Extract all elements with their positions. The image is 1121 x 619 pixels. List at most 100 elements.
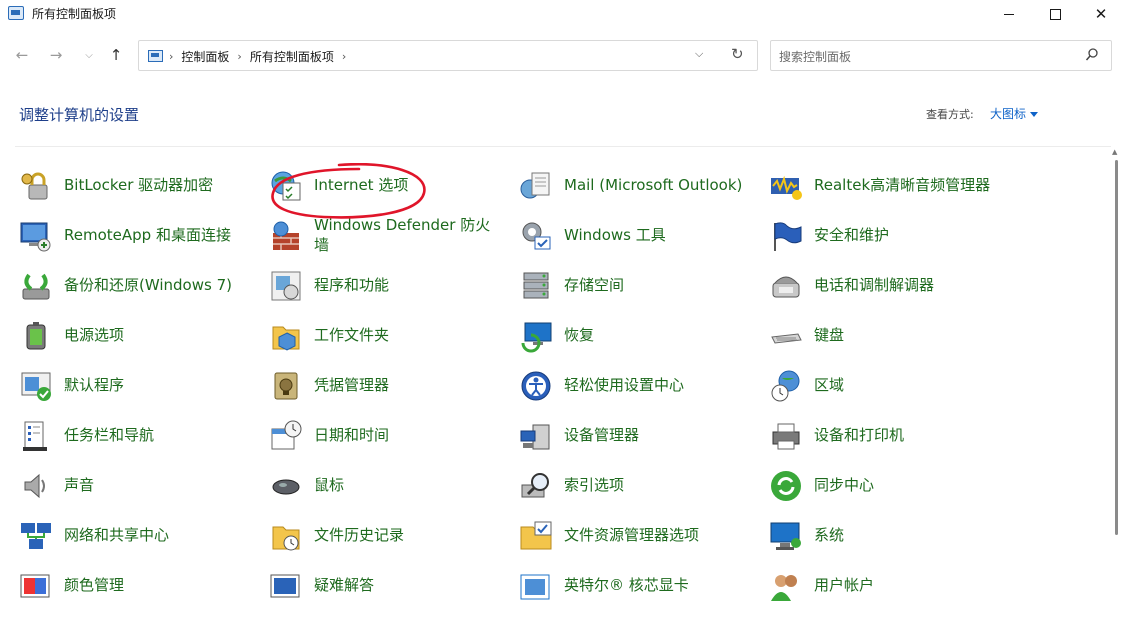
control-panel-item[interactable]: Internet 选项 bbox=[269, 169, 514, 219]
control-panel-item[interactable]: 程序和功能 bbox=[269, 269, 514, 319]
indexing-icon bbox=[519, 469, 553, 503]
credential-icon bbox=[269, 369, 303, 403]
control-panel-item[interactable]: 设备和打印机 bbox=[769, 419, 1014, 469]
mouse-icon bbox=[269, 469, 303, 503]
control-panel-item-label: 同步中心 bbox=[814, 476, 875, 494]
control-panel-item-label: 设备管理器 bbox=[564, 426, 640, 444]
control-panel-item-label: 索引选项 bbox=[564, 476, 625, 494]
control-panel-icon bbox=[8, 6, 24, 20]
control-panel-item[interactable]: BitLocker 驱动器加密 bbox=[19, 169, 264, 219]
control-panel-item-label: Windows Defender 防火墙 bbox=[314, 216, 491, 254]
control-panel-item-label: RemoteApp 和桌面连接 bbox=[64, 226, 231, 244]
minimize-icon bbox=[1004, 13, 1014, 15]
control-panel-item[interactable]: 索引选项 bbox=[519, 469, 764, 519]
control-panel-item[interactable]: RemoteApp 和桌面连接 bbox=[19, 219, 264, 269]
datetime-icon bbox=[269, 419, 303, 453]
breadcrumb-item-control-panel[interactable]: 控制面板 bbox=[181, 48, 229, 65]
control-panel-item-label: 凭据管理器 bbox=[314, 376, 390, 394]
control-panel-item[interactable]: 凭据管理器 bbox=[269, 369, 514, 419]
window-title: 所有控制面板项 bbox=[32, 7, 117, 21]
scroll-up-icon[interactable]: ▲ bbox=[1112, 148, 1117, 156]
search-icon[interactable] bbox=[1085, 47, 1099, 63]
control-panel-item[interactable]: 备份和还原(Windows 7) bbox=[19, 269, 264, 319]
control-panel-item-label: 工作文件夹 bbox=[314, 326, 390, 344]
forward-button[interactable]: → bbox=[46, 45, 66, 65]
firewall-icon bbox=[269, 219, 303, 253]
control-panel-item[interactable]: 默认程序 bbox=[19, 369, 264, 419]
region-icon bbox=[769, 369, 803, 403]
explorer-options-icon bbox=[519, 519, 553, 553]
control-panel-item[interactable]: 电源选项 bbox=[19, 319, 264, 369]
control-panel-item-label: Mail (Microsoft Outlook) bbox=[564, 176, 743, 194]
control-panel-item[interactable]: 工作文件夹 bbox=[269, 319, 514, 369]
user-accounts-icon bbox=[769, 569, 803, 603]
control-panel-item-label: 颜色管理 bbox=[64, 576, 125, 594]
maximize-button[interactable] bbox=[1032, 0, 1078, 28]
control-panel-item[interactable]: Windows Defender 防火墙 bbox=[269, 216, 514, 269]
control-panel-item[interactable]: 轻松使用设置中心 bbox=[519, 369, 764, 419]
search-input[interactable] bbox=[777, 46, 1081, 68]
control-panel-item[interactable]: 用户帐户 bbox=[769, 569, 1014, 619]
control-panel-item[interactable]: 文件资源管理器选项 bbox=[519, 519, 764, 569]
view-by-value: 大图标 bbox=[990, 107, 1027, 121]
control-panel-item[interactable]: Mail (Microsoft Outlook) bbox=[519, 169, 764, 219]
system-icon bbox=[769, 519, 803, 553]
control-panel-item[interactable]: 恢复 bbox=[519, 319, 764, 369]
control-panel-item[interactable]: 颜色管理 bbox=[19, 569, 264, 619]
scrollbar-thumb[interactable] bbox=[1115, 160, 1118, 535]
control-panel-item-label: 电话和调制解调器 bbox=[814, 276, 935, 294]
control-panel-item[interactable]: 英特尔® 核芯显卡 bbox=[519, 569, 764, 619]
recent-locations-button[interactable]: ⌵ bbox=[79, 45, 99, 65]
control-panel-item[interactable]: Realtek高清晰音频管理器 bbox=[769, 169, 1014, 219]
control-panel-item[interactable]: 存储空间 bbox=[519, 269, 764, 319]
control-panel-item[interactable]: 安全和维护 bbox=[769, 219, 1014, 269]
search-box[interactable] bbox=[770, 40, 1112, 71]
refresh-button[interactable]: ↻ bbox=[731, 45, 744, 63]
control-panel-item[interactable]: 日期和时间 bbox=[269, 419, 514, 469]
minimize-button[interactable] bbox=[986, 0, 1032, 28]
troubleshooting-icon bbox=[269, 569, 303, 603]
maximize-icon bbox=[1049, 8, 1061, 20]
network-icon bbox=[19, 519, 53, 553]
control-panel-item-label: 键盘 bbox=[814, 326, 845, 344]
control-panel-item-label: 英特尔® 核芯显卡 bbox=[564, 576, 689, 594]
chevron-down-icon: ⌵ bbox=[85, 49, 93, 61]
printer-icon bbox=[769, 419, 803, 453]
up-button[interactable]: ↑ bbox=[106, 45, 126, 65]
control-panel-item[interactable]: 设备管理器 bbox=[519, 419, 764, 469]
chevron-right-icon: › bbox=[341, 50, 347, 63]
control-panel-item[interactable]: 疑难解答 bbox=[269, 569, 514, 619]
control-panel-item[interactable]: 键盘 bbox=[769, 319, 1014, 369]
control-panel-item[interactable]: 网络和共享中心 bbox=[19, 519, 264, 569]
work-folders-icon bbox=[269, 319, 303, 353]
control-panel-item[interactable]: 声音 bbox=[19, 469, 264, 519]
control-panel-item[interactable]: 区域 bbox=[769, 369, 1014, 419]
control-panel-item-label: BitLocker 驱动器加密 bbox=[64, 176, 214, 194]
control-panel-item[interactable]: 鼠标 bbox=[269, 469, 514, 519]
control-panel-item-label: 鼠标 bbox=[314, 476, 345, 494]
remoteapp-icon bbox=[19, 219, 53, 253]
control-panel-item[interactable]: 系统 bbox=[769, 519, 1014, 569]
address-bar[interactable]: › 控制面板 › 所有控制面板项 › ⌵ ↻ bbox=[138, 40, 758, 71]
control-panel-item[interactable]: 文件历史记录 bbox=[269, 519, 514, 569]
chevron-right-icon: › bbox=[169, 50, 174, 63]
ease-of-access-icon bbox=[519, 369, 553, 403]
control-panel-item-label: 网络和共享中心 bbox=[64, 526, 170, 544]
phone-modem-icon bbox=[769, 269, 803, 303]
keyboard-icon bbox=[769, 319, 803, 353]
breadcrumb-item-all-items[interactable]: 所有控制面板项 bbox=[250, 48, 334, 65]
intel-graphics-icon bbox=[519, 569, 553, 603]
control-panel-item-label: 安全和维护 bbox=[814, 226, 890, 244]
control-panel-item[interactable]: Windows 工具 bbox=[519, 219, 764, 269]
header-divider bbox=[15, 146, 1111, 147]
control-panel-item[interactable]: 同步中心 bbox=[769, 469, 1014, 519]
address-dropdown-button[interactable]: ⌵ bbox=[695, 47, 703, 61]
control-panel-item-label: 程序和功能 bbox=[314, 276, 390, 294]
control-panel-item[interactable]: 电话和调制解调器 bbox=[769, 269, 1014, 319]
file-history-icon bbox=[269, 519, 303, 553]
view-by-dropdown[interactable]: 大图标 bbox=[990, 105, 1039, 122]
control-panel-item-label: 疑难解答 bbox=[314, 576, 375, 594]
control-panel-item[interactable]: 任务栏和导航 bbox=[19, 419, 264, 469]
close-button[interactable]: ✕ bbox=[1078, 0, 1121, 28]
back-button[interactable]: ← bbox=[12, 45, 32, 65]
